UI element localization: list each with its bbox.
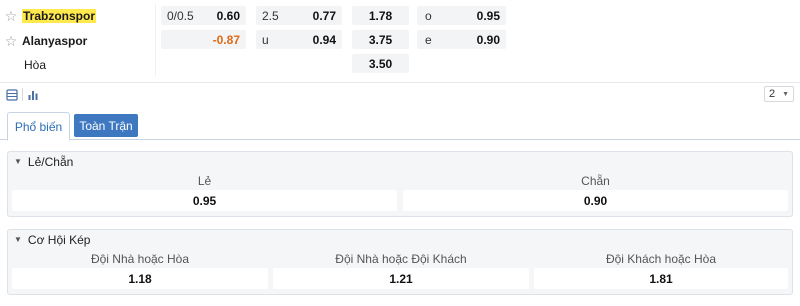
selection-odds-button[interactable]: 0.90 [403,190,788,211]
divider [155,4,156,76]
odds-value: 0.60 [216,8,240,23]
1x2-home-odds[interactable]: 1.78 [352,6,409,25]
bar-chart-icon[interactable] [25,87,41,102]
selection-label: Đội Khách hoặc Hòa [605,252,717,266]
odds-value: -0.87 [212,32,240,47]
selection-odds-button[interactable]: 1.21 [273,268,529,289]
over-under-line: 2.5 [262,8,279,23]
odds-value: 1.78 [368,8,393,23]
selection-odds-button[interactable]: 1.81 [534,268,788,289]
over-under-line: u [262,32,269,47]
draw-row: Hòa [0,53,160,76]
selection-row: Đội Nhà hoặc Hòa 1.18 Đội Nhà hoặc Đội K… [8,250,792,306]
chevron-down-icon: ▼ [14,156,22,166]
tab-full-match[interactable]: Toàn Trận [74,114,138,137]
odds-value: 0.77 [312,8,336,23]
selection-label: Đội Nhà hoặc Hòa [90,252,190,266]
away-team-name[interactable]: Alanyaspor [22,34,87,48]
star-icon[interactable]: ☆ [0,9,22,23]
over-under-over-odds[interactable]: 2.5 0.77 [256,6,342,25]
market-double-chance: ▼ Cơ Hội Kép Đội Nhà hoặc Hòa 1.18 Đội N… [7,229,793,295]
market-odd-even: ▼ Lẻ/Chẵn Lẻ 0.95 Chẵn 0.90 [7,151,793,217]
market-title: Cơ Hội Kép [27,233,91,247]
odd-even-even-odds[interactable]: e 0.90 [417,30,506,49]
chevron-down-icon: ▼ [14,234,22,244]
odd-even-odd-odds[interactable]: o 0.95 [417,6,506,25]
away-team-row: ☆ Alanyaspor [0,29,160,52]
toolbar: 2 ▼ [0,82,800,104]
1x2-away-odds[interactable]: 3.75 [352,30,409,49]
page-select[interactable]: 2 ▼ [764,86,794,102]
handicap-home-odds[interactable]: 0/0.5 0.60 [161,6,246,25]
star-icon[interactable]: ☆ [0,34,22,48]
match-block: ☆ Trabzonspor ☆ Alanyaspor Hòa 0/0.5 0.6… [0,0,800,78]
selection-odds-button[interactable]: 0.95 [12,190,397,211]
1x2-draw-odds[interactable]: 3.50 [352,54,409,73]
odds-value: 0.94 [312,32,336,47]
handicap-away-odds[interactable]: -0.87 [161,30,246,49]
odds-value: 3.50 [368,56,393,71]
chevron-down-icon: ▼ [782,90,789,98]
market-title: Lẻ/Chẵn [27,155,74,169]
selection-row: Lẻ 0.95 Chẵn 0.90 [8,172,792,228]
list-icon[interactable] [4,87,20,102]
odds-value: 3.75 [368,32,393,47]
page-select-value: 2 [769,88,776,100]
odd-even-label: e [425,32,432,47]
tab-popular[interactable]: Phổ biến [7,112,70,141]
selection-odds-button[interactable]: 1.18 [12,268,268,289]
odds-value: 0.95 [476,8,500,23]
handicap-line: 0/0.5 [167,8,194,23]
tab-bar: Phổ biến Toàn Trận [0,112,800,141]
home-team-name[interactable]: Trabzonspor [22,8,97,23]
odds-value: 0.90 [476,32,500,47]
market-header[interactable]: ▼ Cơ Hội Kép [8,230,792,250]
home-team-row: ☆ Trabzonspor [0,4,160,27]
selection-label: Đội Nhà hoặc Đội Khách [335,252,467,266]
over-under-under-odds[interactable]: u 0.94 [256,30,342,49]
market-header[interactable]: ▼ Lẻ/Chẵn [8,152,792,172]
draw-label: Hòa [24,57,47,72]
selection-label: Chẵn [581,174,610,188]
selection-label: Lẻ [197,174,212,188]
divider [22,88,23,101]
odd-even-label: o [425,8,432,23]
